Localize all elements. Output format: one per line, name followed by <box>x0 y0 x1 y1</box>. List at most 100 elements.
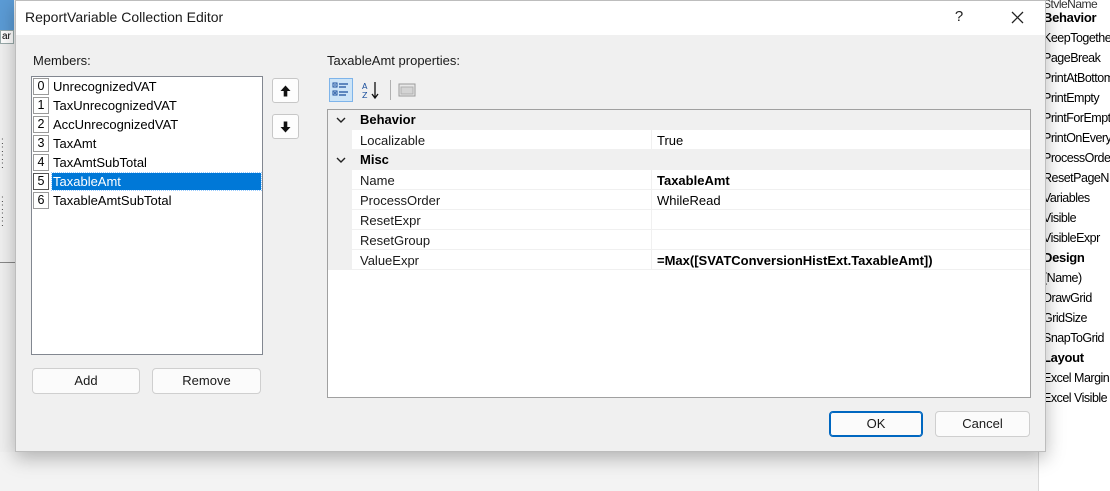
column-divider[interactable] <box>651 190 652 210</box>
member-index: 0 <box>33 78 49 95</box>
property-value[interactable]: TaxableAmt <box>657 173 730 188</box>
property-value[interactable]: True <box>657 133 683 148</box>
ok-button[interactable]: OK <box>829 411 923 437</box>
property-row[interactable]: ResetGroup <box>328 230 1030 250</box>
column-divider[interactable] <box>651 210 652 230</box>
background-divider <box>0 262 16 263</box>
property-pages-button[interactable] <box>395 78 419 102</box>
move-up-button[interactable] <box>272 78 299 103</box>
background-property-label: KeepTogether <box>1043 31 1110 45</box>
svg-text:A: A <box>362 82 368 91</box>
add-button[interactable]: Add <box>32 368 140 394</box>
property-name: ValueExpr <box>360 253 420 268</box>
background-property-label: Excel Margin <box>1043 371 1110 385</box>
background-property-label: PageBreak <box>1043 51 1101 65</box>
member-name: TaxUnrecognizedVAT <box>53 98 177 113</box>
member-index: 5 <box>33 173 49 190</box>
property-row[interactable]: ResetExpr <box>328 210 1030 230</box>
property-value[interactable]: =Max([SVATConversionHistExt.TaxableAmt]) <box>657 253 933 268</box>
background-property-label: PrintOnEvery <box>1043 131 1110 145</box>
member-name: AccUnrecognizedVAT <box>53 117 179 132</box>
column-divider[interactable] <box>651 250 652 270</box>
member-item[interactable]: 2 AccUnrecognizedVAT <box>32 115 262 134</box>
column-divider[interactable] <box>651 230 652 250</box>
background-grid-dots: : :: : <box>1 194 6 229</box>
member-index: 3 <box>33 135 49 152</box>
property-row-margin <box>328 130 352 150</box>
toolbar-separator <box>390 80 391 100</box>
background-property-label: ProcessOrder <box>1043 151 1110 165</box>
alphabetical-view-button[interactable]: A Z <box>359 78 383 102</box>
property-row-margin <box>328 170 352 190</box>
dialog-title: ReportVariable Collection Editor <box>25 9 224 25</box>
property-name: ResetGroup <box>360 233 431 248</box>
property-name: Name <box>360 173 395 188</box>
member-index: 2 <box>33 116 49 133</box>
background-text-fragment: ar <box>0 30 14 44</box>
close-icon <box>1011 11 1023 23</box>
property-row[interactable]: ProcessOrder WhileRead <box>328 190 1030 210</box>
arrow-up-icon <box>280 85 291 96</box>
member-name: TaxableAmtSubTotal <box>53 193 172 208</box>
background-property-label: DrawGrid <box>1043 291 1092 305</box>
member-index: 1 <box>33 97 49 114</box>
property-row[interactable]: ValueExpr =Max([SVATConversionHistExt.Tax… <box>328 250 1030 270</box>
background-category-label: Behavior <box>1043 10 1097 25</box>
background-property-label: SnapToGrid <box>1043 331 1105 345</box>
background-window-bottom <box>0 452 1038 491</box>
help-button[interactable]: ? <box>944 1 974 33</box>
close-button[interactable] <box>999 1 1035 33</box>
property-row[interactable]: Name TaxableAmt <box>328 170 1030 190</box>
property-grid-toolbar: A Z <box>326 77 426 105</box>
property-category-label: Behavior <box>360 112 416 127</box>
svg-text:Z: Z <box>362 91 368 100</box>
member-name: TaxAmt <box>53 136 97 151</box>
property-row[interactable]: Localizable True <box>328 130 1030 150</box>
member-item[interactable]: 3 TaxAmt <box>32 134 262 153</box>
background-property-label: Variables <box>1043 191 1090 205</box>
collapse-chevron-icon[interactable] <box>335 113 347 127</box>
member-item[interactable]: 6 TaxableAmtSubTotal <box>32 191 262 210</box>
collapse-chevron-icon[interactable] <box>335 153 347 167</box>
sort-alphabetical-icon: A Z <box>362 82 379 100</box>
background-property-label: Visible <box>1043 211 1077 225</box>
remove-button[interactable]: Remove <box>152 368 261 394</box>
member-name: UnrecognizedVAT <box>53 79 157 94</box>
background-property-label: (Name) <box>1043 271 1082 285</box>
property-value[interactable]: WhileRead <box>657 193 721 208</box>
background-property-label: StyleName <box>1043 0 1098 8</box>
collection-editor-dialog: ReportVariable Collection Editor ? Membe… <box>15 0 1046 452</box>
background-property-label: VisibleExpr <box>1043 231 1100 245</box>
property-name: ProcessOrder <box>360 193 441 208</box>
background-property-grid: StyleName Behavior KeepTogether PageBreak Pr… <box>1038 0 1110 491</box>
member-item[interactable]: 0 UnrecognizedVAT <box>32 77 262 96</box>
property-row-margin <box>328 190 352 210</box>
cancel-button[interactable]: Cancel <box>935 411 1030 437</box>
dialog-titlebar: ReportVariable Collection Editor ? <box>16 1 1045 35</box>
background-property-label: ResetPageN <box>1043 171 1109 185</box>
move-down-button[interactable] <box>272 114 299 139</box>
arrow-down-icon <box>280 121 291 132</box>
property-category-label: Misc <box>360 152 389 167</box>
member-index: 6 <box>33 192 49 209</box>
property-category-row[interactable]: Misc <box>328 150 1030 170</box>
member-item[interactable]: 1 TaxUnrecognizedVAT <box>32 96 262 115</box>
background-property-label: GridSize <box>1043 311 1087 325</box>
categorized-icon <box>332 82 348 96</box>
background-property-label: PrintForEmpty <box>1043 111 1110 125</box>
background-grid-dots: : :: : <box>1 136 6 171</box>
member-index: 4 <box>33 154 49 171</box>
categorized-view-button[interactable] <box>329 78 353 102</box>
property-row-margin <box>328 250 352 270</box>
member-item[interactable]: 4 TaxAmtSubTotal <box>32 153 262 172</box>
member-item[interactable]: 5 TaxableAmt <box>32 172 262 191</box>
background-category-label: Layout <box>1043 350 1084 365</box>
members-list[interactable]: 0 UnrecognizedVAT 1 TaxUnrecognizedVAT 2 AccU… <box>31 76 263 355</box>
property-category-row[interactable]: Behavior <box>328 110 1030 130</box>
property-pages-icon <box>398 83 416 97</box>
properties-label: TaxableAmt properties: <box>327 53 460 68</box>
column-divider[interactable] <box>651 170 652 190</box>
property-grid[interactable]: Behavior Localizable True Misc Name TaxableAm… <box>327 109 1031 398</box>
member-name: TaxableAmt <box>51 172 262 191</box>
column-divider[interactable] <box>651 130 652 150</box>
